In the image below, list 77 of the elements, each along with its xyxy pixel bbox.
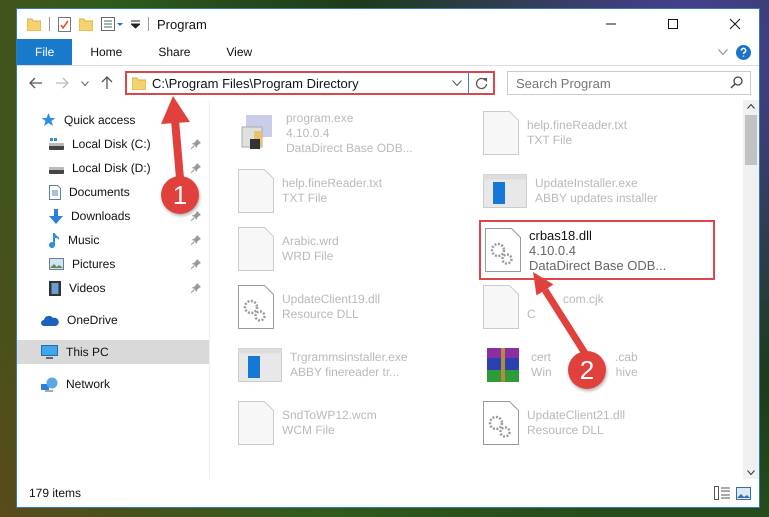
file-detail: 4.10.0.4 — [286, 126, 330, 140]
file-detail: WCM File — [282, 423, 335, 438]
search-field[interactable]: Search Program — [507, 71, 751, 95]
folder-icon — [132, 76, 146, 90]
file-detail: DataDirect Base ODB... — [529, 258, 666, 272]
file-detail: ABBY updates installer — [535, 191, 658, 206]
drive-icon — [49, 137, 64, 151]
up-arrow-icon[interactable] — [101, 76, 113, 90]
installer-window-icon — [238, 348, 282, 382]
refresh-icon[interactable] — [475, 76, 488, 90]
search-icon — [730, 76, 743, 89]
file-detail: hive — [616, 365, 638, 380]
chevron-down-icon[interactable] — [718, 49, 728, 55]
down-arrow-icon — [49, 208, 63, 224]
scrollbar-thumb[interactable] — [745, 115, 757, 165]
details-view-icon[interactable] — [714, 486, 730, 500]
sidebar-item[interactable]: Videos — [69, 281, 106, 295]
film-icon — [49, 280, 61, 296]
item-count: 179 items — [29, 486, 82, 500]
star-icon — [41, 113, 56, 127]
file-detail: Win — [531, 365, 552, 380]
properties-icon[interactable] — [58, 16, 71, 32]
ribbon-tab[interactable]: Home — [72, 39, 140, 65]
folder-icon — [27, 18, 41, 30]
file-detail: Resource DLL — [527, 423, 604, 438]
blank-file-icon — [483, 285, 519, 329]
ribbon-tab[interactable]: Share — [140, 39, 208, 65]
window-title: Program — [157, 16, 207, 32]
sidebar-item[interactable]: Local Disk (C:) — [72, 137, 151, 151]
sidebar-item[interactable]: Downloads — [71, 209, 130, 223]
blank-file-icon — [483, 111, 519, 155]
sidebar-item[interactable]: Music — [68, 233, 100, 247]
view-list-icon[interactable] — [101, 17, 123, 31]
dropdown-icon[interactable] — [131, 20, 140, 28]
cloud-icon — [41, 314, 59, 326]
scroll-up-icon[interactable] — [747, 104, 755, 109]
file-detail: 4.10.0.4 — [529, 242, 576, 258]
file-detail: WRD File — [282, 249, 334, 264]
address-bar[interactable]: C:\Program Files\Program Directory — [125, 71, 495, 95]
close-icon[interactable] — [729, 18, 741, 30]
picture-icon — [49, 258, 64, 270]
sidebar-item[interactable]: Local Disk (D:) — [72, 161, 151, 175]
installer-window-icon — [483, 174, 527, 208]
chevron-down-icon[interactable] — [452, 80, 462, 86]
gear-file-icon — [483, 401, 519, 445]
recent-dropdown-icon[interactable] — [81, 80, 89, 86]
scroll-down-icon[interactable] — [747, 470, 755, 475]
ribbon-tab[interactable]: View — [208, 39, 270, 65]
file-detail: TXT File — [282, 191, 328, 206]
monitor-icon — [41, 345, 58, 359]
large-icons-view-icon[interactable] — [736, 486, 751, 500]
address-path: C:\Program Files\Program Directory — [152, 76, 360, 90]
network-icon — [41, 376, 58, 392]
maximize-icon[interactable] — [667, 18, 679, 30]
file-name[interactable]: crbas18.dll — [529, 228, 592, 242]
file-detail: C — [527, 307, 536, 322]
sidebar-item[interactable]: This PC — [17, 340, 209, 364]
document-icon — [49, 184, 61, 200]
music-note-icon — [49, 232, 60, 248]
back-arrow-icon[interactable] — [29, 77, 43, 89]
file-detail: Resource DLL — [282, 307, 359, 322]
help-icon[interactable] — [736, 44, 751, 60]
gear-file-icon — [485, 228, 521, 272]
blank-file-icon — [238, 227, 274, 271]
file-detail: DataDirect Base ODB... — [286, 140, 413, 156]
sidebar-item[interactable]: Documents — [69, 185, 130, 199]
sidebar-item[interactable]: OneDrive — [17, 308, 209, 332]
sidebar-item[interactable]: Pictures — [72, 257, 116, 271]
ribbon-tab[interactable]: File — [17, 39, 72, 65]
scrollbar[interactable] — [743, 100, 759, 479]
gear-file-icon — [238, 285, 274, 329]
file-detail: TXT File — [527, 133, 572, 148]
file-detail: ABBY finereader tr... — [290, 365, 400, 380]
blank-file-icon — [238, 169, 274, 213]
sidebar-item[interactable]: Quick access — [17, 108, 209, 132]
sidebar-item[interactable]: Network — [17, 372, 209, 396]
blank-file-icon — [238, 401, 274, 445]
